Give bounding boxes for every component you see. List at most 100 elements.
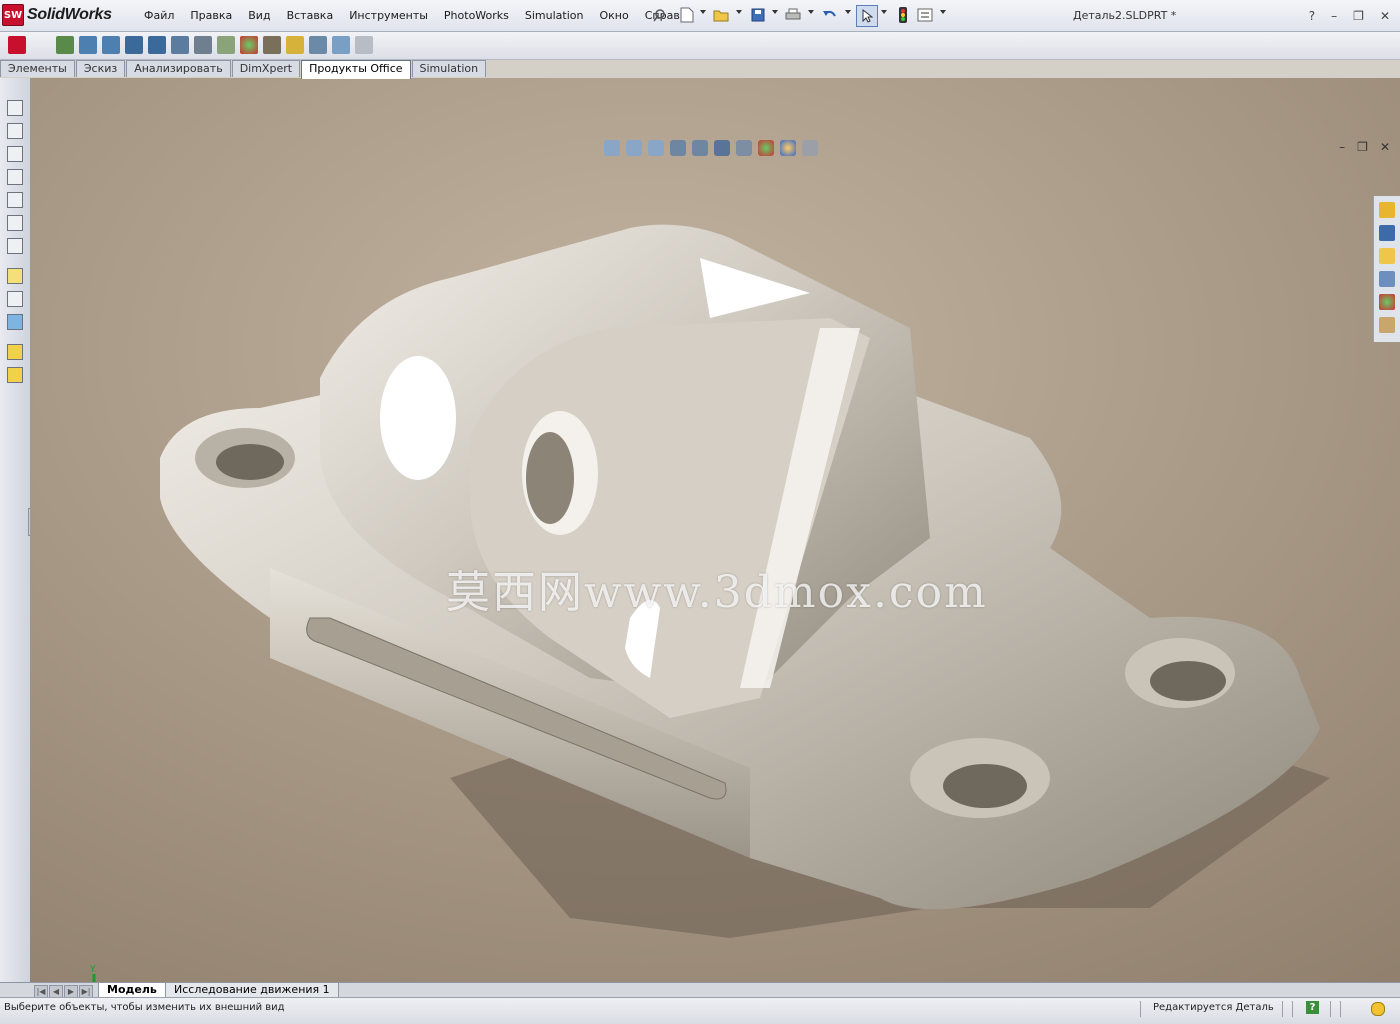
close-button[interactable]: ✕ xyxy=(1380,9,1390,23)
status-bar: Выберите объекты, чтобы изменить их внеш… xyxy=(0,997,1400,1024)
lights-icon[interactable] xyxy=(263,36,281,54)
sw-logo-icon: SW xyxy=(2,4,24,26)
edit-appearance-icon[interactable] xyxy=(758,140,774,156)
print-icon[interactable] xyxy=(783,5,803,25)
reference-triad: Y X Z xyxy=(89,965,96,982)
zoom-to-area-icon[interactable] xyxy=(626,140,642,156)
menu-insert[interactable]: Вставка xyxy=(279,0,342,31)
home-icon[interactable] xyxy=(1379,202,1395,218)
section-view-icon[interactable] xyxy=(670,140,686,156)
render-area-icon[interactable] xyxy=(102,36,120,54)
view-back-icon[interactable] xyxy=(7,123,23,139)
menu-file[interactable]: Файл xyxy=(136,0,182,31)
document-window-controls: – ❐ ✕ xyxy=(1339,140,1390,154)
pin-icon[interactable] xyxy=(650,5,670,25)
chevron-down-icon[interactable] xyxy=(700,10,706,14)
menu-tools[interactable]: Инструменты xyxy=(341,0,436,31)
doc-minimize-button[interactable]: – xyxy=(1339,140,1345,154)
chevron-down-icon[interactable] xyxy=(772,10,778,14)
app-name: SolidWorks xyxy=(27,6,112,23)
open-folder-icon[interactable] xyxy=(711,5,731,25)
appearances-icon[interactable] xyxy=(1379,294,1395,310)
undo-icon[interactable] xyxy=(819,5,839,25)
view-iso-icon[interactable] xyxy=(7,238,23,254)
solidworks-logo[interactable]: SW SolidWorks xyxy=(2,3,134,27)
select-pointer-icon[interactable] xyxy=(856,5,878,27)
sw-menu-icon[interactable] xyxy=(8,36,26,54)
office-products-toolbar xyxy=(0,32,1400,60)
view-left-icon[interactable] xyxy=(7,146,23,162)
chevron-down-icon[interactable] xyxy=(845,10,851,14)
minimize-button[interactable]: – xyxy=(1331,9,1337,23)
tab-model[interactable]: Модель xyxy=(98,983,166,998)
chevron-down-icon[interactable] xyxy=(808,10,814,14)
render-last-icon[interactable] xyxy=(125,36,143,54)
tab-sketch[interactable]: Эскиз xyxy=(75,60,126,77)
decal-icon[interactable] xyxy=(194,36,212,54)
view-bottom-icon[interactable] xyxy=(7,215,23,231)
rebuild-indicator-icon[interactable] xyxy=(1371,1002,1385,1016)
relations-icon[interactable] xyxy=(7,314,23,330)
options-icon[interactable] xyxy=(217,36,235,54)
tab-features[interactable]: Элементы xyxy=(0,60,75,77)
menu-photoworks[interactable]: PhotoWorks xyxy=(436,0,517,31)
view-orientation-icon[interactable] xyxy=(692,140,708,156)
design-library-icon[interactable] xyxy=(1379,225,1395,241)
material-icon[interactable] xyxy=(286,36,304,54)
disabled-tool-icon xyxy=(355,36,373,54)
render-icon[interactable] xyxy=(79,36,97,54)
doc-restore-button[interactable]: ❐ xyxy=(1357,140,1368,154)
menu-edit[interactable]: Правка xyxy=(182,0,240,31)
new-document-icon[interactable] xyxy=(677,5,697,25)
command-manager-tabs: Элементы Эскиз Анализировать DimXpert Пр… xyxy=(0,60,487,79)
help-button[interactable]: ? xyxy=(1309,9,1315,23)
chevron-down-icon[interactable] xyxy=(881,10,887,14)
view-manager-icon[interactable] xyxy=(332,36,350,54)
menu-window[interactable]: Окно xyxy=(591,0,636,31)
status-divider xyxy=(1282,1001,1283,1017)
options-icon[interactable] xyxy=(915,5,935,25)
chevron-down-icon[interactable] xyxy=(736,10,742,14)
view-front-icon[interactable] xyxy=(7,100,23,116)
restore-button[interactable]: ❐ xyxy=(1353,9,1364,23)
graphics-area[interactable]: – ❐ ✕ 莫西网www.3dmox.com Y X Z xyxy=(30,78,1400,982)
menu-simulation[interactable]: Simulation xyxy=(517,0,592,31)
tab-dimxpert[interactable]: DimXpert xyxy=(231,60,301,77)
tab-motion-study[interactable]: Исследование движения 1 xyxy=(165,983,339,998)
scene-icon[interactable] xyxy=(171,36,189,54)
layer-copy-icon[interactable] xyxy=(7,367,23,383)
part-3d-model[interactable] xyxy=(30,78,1400,982)
previous-view-icon[interactable] xyxy=(648,140,664,156)
status-divider xyxy=(1140,1001,1141,1017)
bottom-tabs-bar: |◀ ◀ ▶ ▶| Модель Исследование движения 1 xyxy=(0,982,1400,998)
render-to-file-icon[interactable] xyxy=(148,36,166,54)
hide-show-items-icon[interactable] xyxy=(736,140,752,156)
smart-dimension-icon[interactable] xyxy=(7,291,23,307)
tab-evaluate[interactable]: Анализировать xyxy=(126,60,231,77)
doc-close-button[interactable]: ✕ xyxy=(1380,140,1390,154)
menu-view[interactable]: Вид xyxy=(240,0,278,31)
chevron-down-icon[interactable] xyxy=(940,10,946,14)
traffic-light-icon[interactable] xyxy=(893,5,913,25)
view-right-icon[interactable] xyxy=(7,169,23,185)
custom-properties-icon[interactable] xyxy=(1379,317,1395,333)
quick-tips-icon[interactable]: ? xyxy=(1306,1001,1319,1014)
file-explorer-icon[interactable] xyxy=(1379,248,1395,264)
layer-icon[interactable] xyxy=(7,344,23,360)
status-divider xyxy=(1340,1001,1341,1017)
appearance-icon[interactable] xyxy=(240,36,258,54)
tools-icon[interactable] xyxy=(309,36,327,54)
tab-office-products[interactable]: Продукты Office xyxy=(301,60,411,79)
display-style-icon[interactable] xyxy=(714,140,730,156)
view-top-icon[interactable] xyxy=(7,192,23,208)
sketch-icon[interactable] xyxy=(7,268,23,284)
view-settings-icon[interactable] xyxy=(802,140,818,156)
zoom-to-fit-icon[interactable] xyxy=(604,140,620,156)
photoworks-icon[interactable] xyxy=(56,36,74,54)
view-palette-icon[interactable] xyxy=(1379,271,1395,287)
save-icon[interactable] xyxy=(748,5,768,25)
tab-simulation[interactable]: Simulation xyxy=(411,60,487,77)
status-message: Выберите объекты, чтобы изменить их внеш… xyxy=(4,1002,285,1013)
main-menu: Файл Правка Вид Вставка Инструменты Phot… xyxy=(136,0,701,31)
apply-scene-icon[interactable] xyxy=(780,140,796,156)
